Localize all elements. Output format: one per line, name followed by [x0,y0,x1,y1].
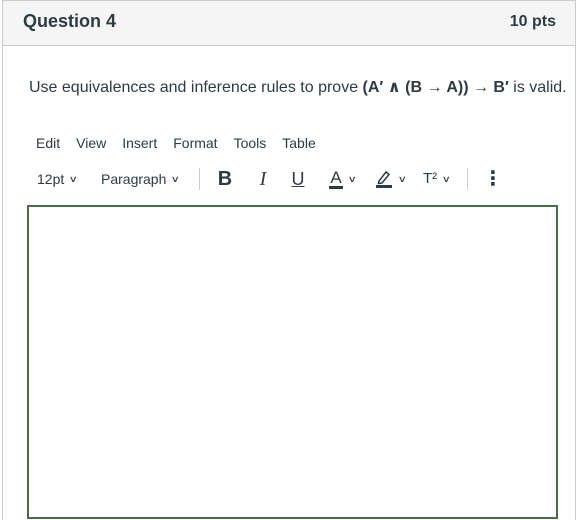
italic-button[interactable]: I [253,165,273,193]
text-color-icon: A [329,167,343,189]
chevron-down-icon: ∨ [68,174,79,184]
superscript-icon: T² [423,170,438,187]
text-color-button[interactable]: A ∨ [329,165,357,193]
toolbar-divider [199,168,200,190]
menu-tools[interactable]: Tools [234,133,267,153]
question-text-prefix: Use equivalences and inference rules to … [29,79,363,96]
answer-editor[interactable] [27,205,558,519]
bold-icon: B [217,168,233,190]
chevron-down-icon: ∨ [347,174,357,184]
editor-menubar: Edit View Insert Format Tools Table [36,133,332,153]
superscript-button[interactable]: T² ∨ [423,165,452,193]
text-color-swatch [329,185,343,189]
question-text: Use equivalences and inference rules to … [29,77,567,97]
italic-icon: I [259,168,267,190]
menu-format[interactable]: Format [173,133,217,153]
highlight-color-button[interactable]: ∨ [375,165,407,193]
question-expression: (A′ ∧ (B → A)) → B′ [362,79,509,96]
chevron-down-icon: ∨ [441,174,452,184]
toolbar-divider [467,168,468,190]
more-options-button[interactable]: ⋮ [483,165,503,193]
underline-icon: U [291,169,305,189]
question-header: Question 4 10 pts [3,1,575,46]
editor-toolbar: 12pt ∨ Paragraph ∨ B I U A ∨ ∨ T² ∨ ⋮ [33,165,555,193]
block-format-value: Paragraph [101,171,167,187]
more-vertical-icon: ⋮ [483,168,503,190]
chevron-down-icon: ∨ [397,174,407,184]
font-size-value: 12pt [37,171,65,187]
question-points: 10 pts [509,13,556,30]
font-size-select[interactable]: 12pt ∨ [37,165,79,193]
chevron-down-icon: ∨ [171,174,181,184]
menu-insert[interactable]: Insert [122,133,157,153]
menu-edit[interactable]: Edit [36,133,60,153]
underline-button[interactable]: U [288,165,308,193]
question-card: Question 4 10 pts Use equivalences and i… [2,0,576,520]
block-format-select[interactable]: Paragraph ∨ [101,165,181,193]
question-text-suffix: is valid. [508,79,567,96]
question-title: Question 4 [23,11,117,31]
highlighter-icon [376,170,392,188]
menu-table[interactable]: Table [282,133,315,153]
menu-view[interactable]: View [76,133,106,153]
bold-button[interactable]: B [215,165,235,193]
